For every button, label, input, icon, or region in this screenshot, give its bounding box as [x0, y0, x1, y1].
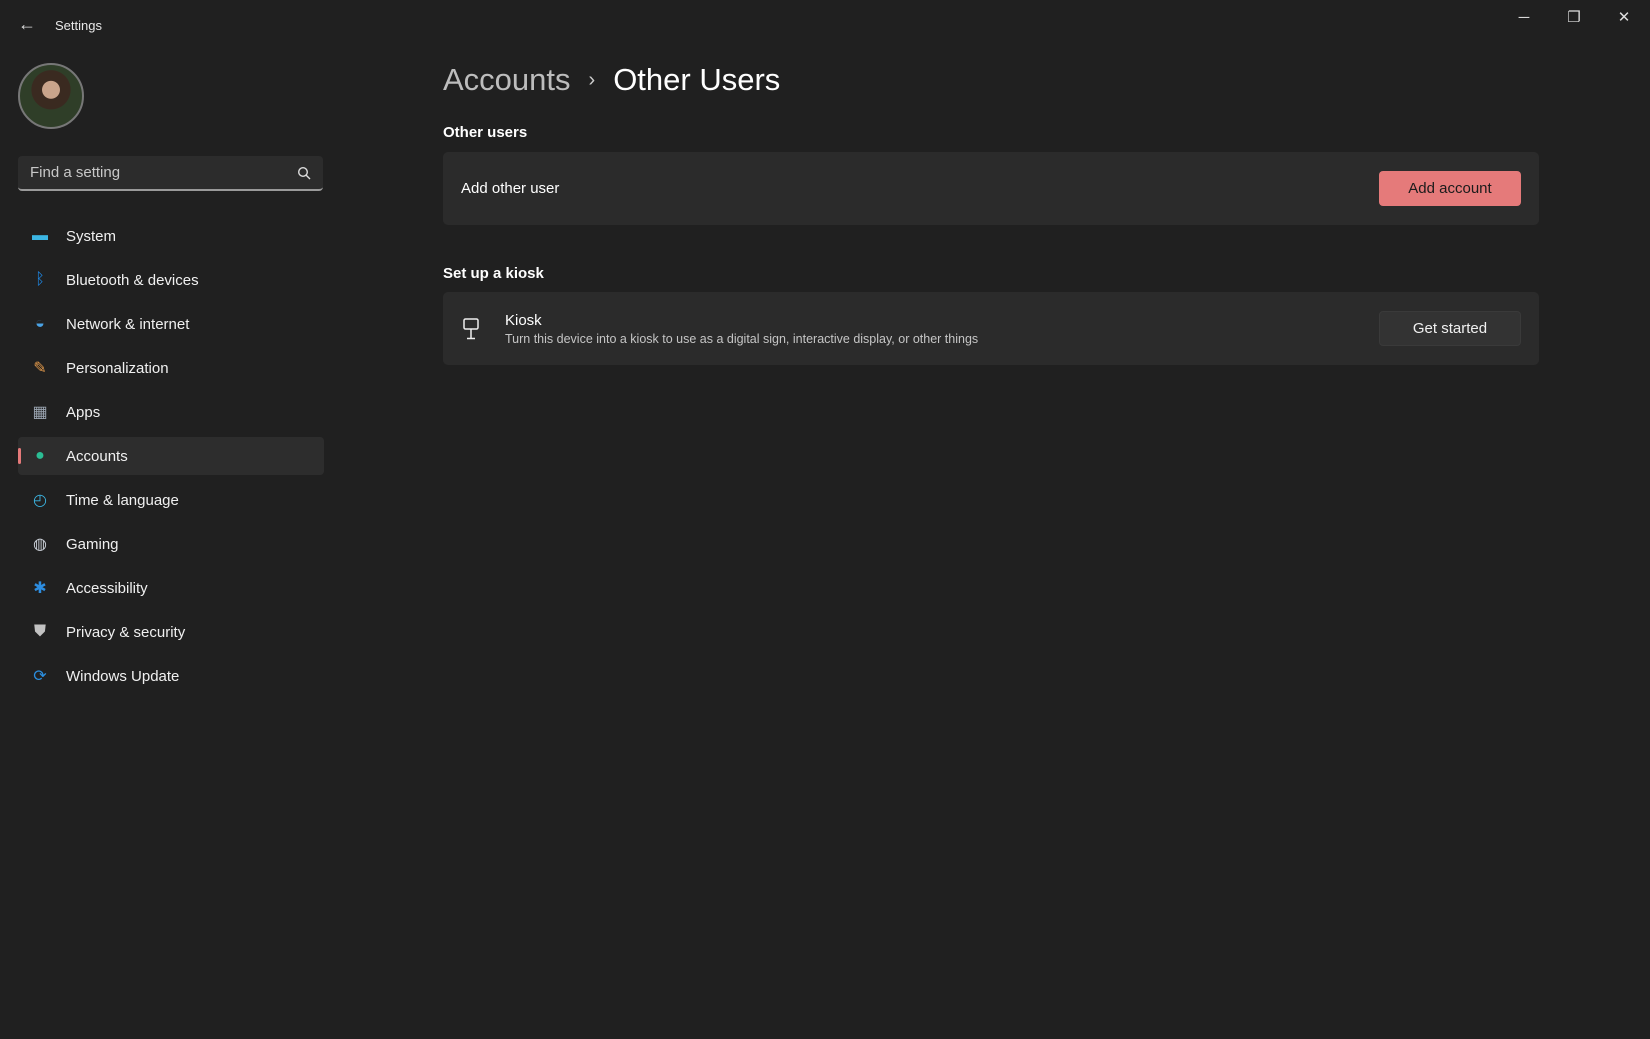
sidebar-item-system[interactable]: ▬ System — [18, 217, 324, 255]
get-started-button[interactable]: Get started — [1379, 311, 1521, 346]
shield-icon: ⛊ — [29, 621, 51, 643]
kiosk-heading: Set up a kiosk — [443, 265, 544, 282]
avatar[interactable] — [18, 63, 84, 129]
sidebar-item-label: Network & internet — [66, 316, 189, 333]
sidebar-item-accessibility[interactable]: ✱ Accessibility — [18, 569, 324, 607]
sidebar-item-gaming[interactable]: ◍ Gaming — [18, 525, 324, 563]
close-button[interactable]: ✕ — [1604, 6, 1644, 30]
bluetooth-icon: ᛒ — [29, 269, 51, 291]
kiosk-title: Kiosk — [505, 312, 978, 329]
breadcrumb: Accounts › Other Users — [443, 62, 780, 98]
maximize-button[interactable]: ❐ — [1554, 6, 1594, 30]
minimize-button[interactable]: ─ — [1504, 6, 1544, 30]
search-icon[interactable] — [297, 166, 311, 180]
sidebar-item-label: Bluetooth & devices — [66, 272, 199, 289]
chevron-right-icon: › — [589, 69, 596, 92]
back-button[interactable]: ← — [18, 14, 36, 35]
sidebar-item-network-internet[interactable]: ◒ Network & internet — [18, 305, 324, 343]
sidebar-item-privacy-security[interactable]: ⛊ Privacy & security — [18, 613, 324, 651]
page-title: Other Users — [613, 62, 780, 98]
account-icon: ● — [29, 445, 51, 467]
sidebar-item-windows-update[interactable]: ⟳ Windows Update — [18, 657, 324, 695]
search-input[interactable]: Find a setting — [18, 156, 323, 191]
sidebar-item-label: Gaming — [66, 536, 119, 553]
gamepad-icon: ◍ — [29, 533, 51, 555]
sidebar-item-label: Windows Update — [66, 668, 179, 685]
clock-globe-icon: ◴ — [29, 489, 51, 511]
add-other-user-card: Add other user Add account — [443, 152, 1539, 225]
sidebar-item-label: Privacy & security — [66, 624, 185, 641]
sidebar-item-time-language[interactable]: ◴ Time & language — [18, 481, 324, 519]
sidebar-item-label: System — [66, 228, 116, 245]
sidebar-item-label: Time & language — [66, 492, 179, 509]
wifi-icon: ◒ — [29, 313, 51, 335]
update-icon: ⟳ — [29, 665, 51, 687]
kiosk-icon — [461, 317, 481, 341]
system-icon: ▬ — [29, 225, 51, 247]
add-account-button[interactable]: Add account — [1379, 171, 1521, 206]
sidebar-item-apps[interactable]: ▦ Apps — [18, 393, 324, 431]
sidebar-item-label: Personalization — [66, 360, 169, 377]
sidebar-item-label: Accessibility — [66, 580, 148, 597]
brush-icon: ✎ — [29, 357, 51, 379]
sidebar-item-personalization[interactable]: ✎ Personalization — [18, 349, 324, 387]
kiosk-card: Kiosk Turn this device into a kiosk to u… — [443, 292, 1539, 365]
selected-indicator — [18, 448, 21, 464]
breadcrumb-parent[interactable]: Accounts — [443, 62, 571, 98]
kiosk-description: Turn this device into a kiosk to use as … — [505, 332, 978, 346]
sidebar-item-label: Apps — [66, 404, 100, 421]
sidebar-item-bluetooth-devices[interactable]: ᛒ Bluetooth & devices — [18, 261, 324, 299]
other-users-heading: Other users — [443, 124, 527, 141]
sidebar-item-accounts[interactable]: ● Accounts — [18, 437, 324, 475]
add-other-user-label: Add other user — [461, 180, 559, 197]
sidebar-item-label: Accounts — [66, 448, 128, 465]
window-title: Settings — [55, 18, 102, 33]
accessibility-icon: ✱ — [29, 577, 51, 599]
apps-icon: ▦ — [29, 401, 51, 423]
search-placeholder: Find a setting — [30, 164, 120, 181]
